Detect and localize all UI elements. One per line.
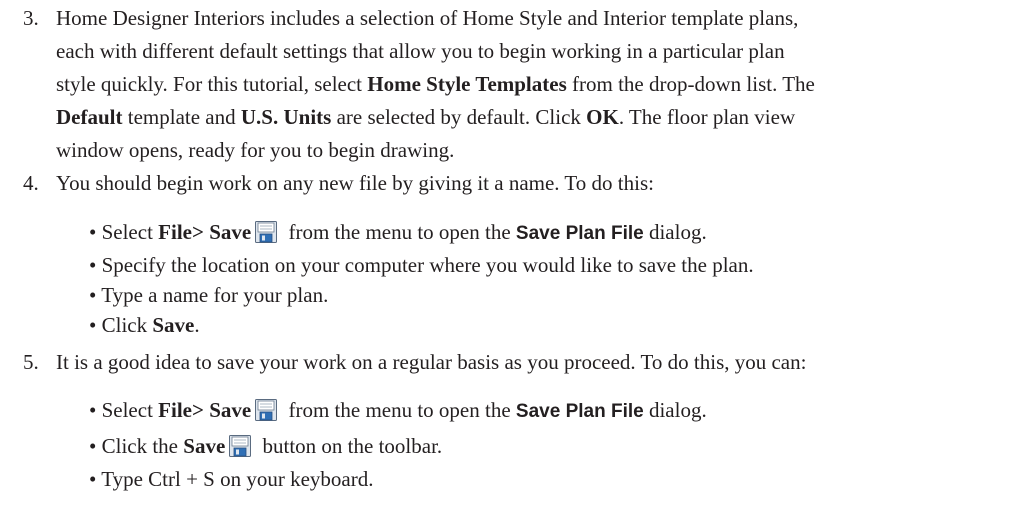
text-line: It is a good idea to save your work on a…: [56, 350, 807, 374]
bold-term-home-style-templates: Home Style Templates: [367, 72, 567, 96]
save-icon: [255, 399, 278, 421]
text-run: template and: [122, 105, 241, 129]
text-line: Default template and U.S. Units are sele…: [56, 101, 1016, 134]
text-line: each with different default settings tha…: [56, 39, 785, 63]
bold-term-file-save: File> Save: [158, 398, 252, 422]
list-item: • Click the Save button on the toolbar.: [89, 428, 1019, 464]
text-run: dialog.: [643, 398, 707, 422]
bold-term-default: Default: [56, 105, 123, 129]
step-number: 4.: [23, 171, 39, 195]
step-number: 3.: [23, 6, 39, 30]
step-4-bullets: • Select File> Save from the menu to ope…: [89, 214, 1019, 340]
text-run: style quickly. For this tutorial, select: [56, 72, 368, 96]
text-run: from the menu to open the: [283, 398, 516, 422]
text-run: are selected by default. Click: [331, 105, 587, 129]
step-text: You should begin work on any new file by…: [56, 167, 1016, 200]
list-item: • Type a name for your plan.: [89, 283, 329, 307]
list-item: • Specify the location on your computer …: [89, 253, 754, 277]
document-page: 3. Home Designer Interiors includes a se…: [0, 0, 1030, 513]
list-item: • Type Ctrl + S on your keyboard.: [89, 467, 374, 491]
list-item: • Select File> Save from the menu to ope…: [89, 214, 1019, 250]
text-run: from the drop-down list. The: [566, 72, 815, 96]
bold-term-save: Save: [152, 313, 195, 337]
text-run: button on the toolbar.: [257, 434, 443, 458]
text-run: • Click: [89, 313, 153, 337]
step-5-bullets: • Select File> Save from the menu to ope…: [89, 392, 1019, 494]
bold-term-us-units: U.S. Units: [240, 105, 332, 129]
text-run: .: [194, 313, 200, 337]
list-item: • Select File> Save from the menu to ope…: [89, 392, 1019, 428]
bold-term-ok: OK: [586, 105, 619, 129]
text-run: . The floor plan view: [618, 105, 796, 129]
step-number: 5.: [23, 350, 39, 374]
dialog-name-save-plan-file: Save Plan File: [515, 401, 644, 422]
dialog-name-save-plan-file: Save Plan File: [515, 223, 644, 244]
text-run: • Click the: [89, 434, 184, 458]
text-line: You should begin work on any new file by…: [56, 171, 654, 195]
save-icon: [229, 435, 252, 457]
text-line: Home Designer Interiors includes a selec…: [56, 6, 799, 30]
bold-term-file-save: File> Save: [158, 220, 252, 244]
save-icon: [255, 221, 278, 243]
text-line: window opens, ready for you to begin dra…: [56, 138, 455, 162]
text-run: from the menu to open the: [283, 220, 516, 244]
step-text: Home Designer Interiors includes a selec…: [56, 2, 1016, 167]
text-run: • Select: [89, 398, 159, 422]
list-item: • Click Save.: [89, 310, 1019, 340]
text-run: dialog.: [643, 220, 707, 244]
bold-term-save: Save: [183, 434, 226, 458]
step-text: It is a good idea to save your work on a…: [56, 346, 1016, 379]
text-line: style quickly. For this tutorial, select…: [56, 68, 1016, 101]
text-run: • Select: [89, 220, 159, 244]
